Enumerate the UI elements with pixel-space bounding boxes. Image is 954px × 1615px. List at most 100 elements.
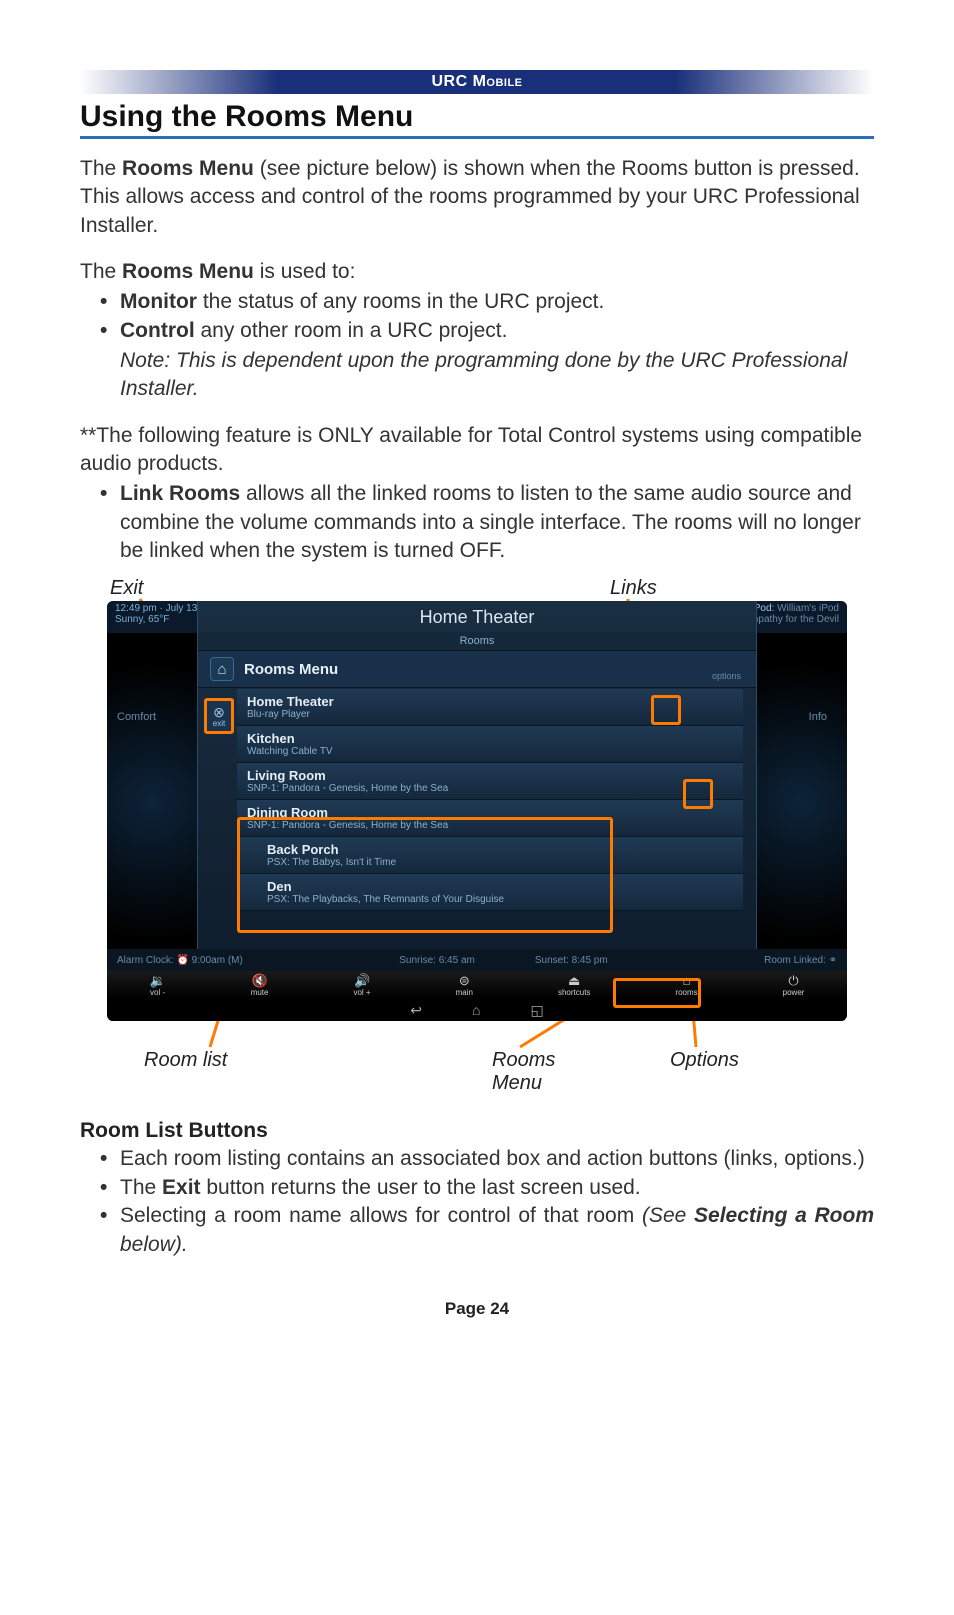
bold: Rooms Menu xyxy=(122,157,254,180)
text: any other room in a URC project. xyxy=(195,319,508,342)
room-detail: Blu-ray Player xyxy=(247,709,733,720)
header-bar: URC Mobile xyxy=(80,70,874,94)
room-row[interactable]: Dining Room SNP-1: Pandora - Genesis, Ho… xyxy=(237,800,743,837)
room-title: Home Theater xyxy=(198,601,756,628)
room-detail: Watching Cable TV xyxy=(247,746,733,757)
room-name: Back Porch xyxy=(267,842,733,857)
shortcuts-button[interactable]: ⏏shortcuts xyxy=(550,972,598,999)
value: 8:45 pm xyxy=(572,955,608,966)
mute-icon: 🔇 xyxy=(251,974,267,987)
callout-room-list: Room list xyxy=(144,1049,227,1072)
room-row[interactable]: Den PSX: The Playbacks, The Remnants of … xyxy=(237,874,743,911)
room-row[interactable]: Living Room SNP-1: Pandora - Genesis, Ho… xyxy=(237,763,743,800)
side-info[interactable]: Info xyxy=(809,711,827,723)
volume-up-icon: 🔊 xyxy=(354,974,370,987)
rooms-button[interactable]: ⌂rooms xyxy=(667,972,705,999)
rooms-icon: ⌂ xyxy=(683,974,691,987)
alarm-clock: Alarm Clock: ⏰ 9:00am (M) xyxy=(117,955,243,966)
bold: Control xyxy=(120,319,195,342)
label: mute xyxy=(251,988,269,997)
label: Sunset: xyxy=(535,955,569,966)
label: vol + xyxy=(353,988,370,997)
page-number: Page 24 xyxy=(80,1299,874,1319)
bold: Rooms Menu xyxy=(122,260,254,283)
link-rooms-list: Link Rooms allows all the linked rooms t… xyxy=(80,480,874,565)
shortcuts-icon: ⏏ xyxy=(568,974,580,987)
callout-rooms-menu: Rooms Menu xyxy=(492,1049,555,1095)
text: button returns the user to the last scre… xyxy=(201,1176,641,1199)
bg-panel-right xyxy=(757,633,847,971)
label: rooms xyxy=(675,988,697,997)
room-detail: SNP-1: Pandora - Genesis, Home by the Se… xyxy=(247,820,733,831)
used-to-list: Monitor the status of any rooms in the U… xyxy=(80,288,874,345)
used-to-lead: The Rooms Menu is used to: xyxy=(80,258,874,286)
note: Note: This is dependent upon the program… xyxy=(80,347,874,404)
bottom-status: Alarm Clock: ⏰ 9:00am (M) Sunrise: 6:45 … xyxy=(107,949,847,971)
room-row[interactable]: Home Theater Blu-ray Player ⚭ ▶ xyxy=(237,689,743,726)
text: The xyxy=(80,157,122,180)
toolbar: 🔉vol - 🔇mute 🔊vol + ⊜main ⏏shortcuts ⌂ro… xyxy=(107,971,847,999)
italic: below). xyxy=(120,1233,188,1256)
main-icon: ⊜ xyxy=(459,974,470,987)
exit-label: exit xyxy=(213,719,225,728)
page-title: Using the Rooms Menu xyxy=(80,100,874,139)
room-list: Home Theater Blu-ray Player ⚭ ▶ Kitchen … xyxy=(237,689,743,943)
bold: Monitor xyxy=(120,290,197,313)
room-subtitle: Rooms xyxy=(198,632,756,651)
room-name: Kitchen xyxy=(247,731,733,746)
intro-paragraph: The Rooms Menu (see picture below) is sh… xyxy=(80,155,874,240)
home-icon[interactable]: ⌂ xyxy=(210,657,234,681)
exit-button[interactable]: ⊗ exit xyxy=(205,699,233,733)
callout-exit: Exit xyxy=(110,577,143,600)
room-detail: PSX: The Babys, Isn't it Time xyxy=(267,857,733,868)
back-icon[interactable]: ↩ xyxy=(410,1002,422,1019)
room-row[interactable]: Kitchen Watching Cable TV ▶ xyxy=(237,726,743,763)
main-button[interactable]: ⊜main xyxy=(448,972,481,999)
android-nav: ↩ ⌂ ◱ xyxy=(107,999,847,1021)
vol-down-button[interactable]: 🔉vol - xyxy=(142,972,174,999)
label: main xyxy=(456,988,473,997)
side-comfort[interactable]: Comfort xyxy=(117,711,156,723)
room-row[interactable]: Back Porch PSX: The Babys, Isn't it Time… xyxy=(237,837,743,874)
room-name: Dining Room xyxy=(247,805,733,820)
room-list-buttons-heading: Room List Buttons xyxy=(80,1119,874,1143)
options-label: options xyxy=(712,671,741,681)
text: The xyxy=(120,1176,162,1199)
room-name: Home Theater xyxy=(247,694,733,709)
screenshot-figure: Exit Links Room list Rooms Menu Options … xyxy=(80,579,874,1099)
menu-header-label: Rooms Menu xyxy=(244,661,338,678)
power-icon: ⏻ xyxy=(788,974,798,987)
bg-panel-left xyxy=(107,633,197,971)
room-name: Living Room xyxy=(247,768,733,783)
label: Sunrise: xyxy=(399,955,436,966)
text: the status of any rooms in the URC proje… xyxy=(197,290,604,313)
value: 6:45 am xyxy=(439,955,475,966)
room-detail: PSX: The Playbacks, The Remnants of Your… xyxy=(267,894,733,905)
callout-options: Options xyxy=(670,1049,739,1072)
bold-italic: Selecting a Room xyxy=(694,1204,874,1227)
bold: Link Rooms xyxy=(120,482,240,505)
callout-links: Links xyxy=(610,577,657,600)
rooms-menu-header: ⌂ Rooms Menu xyxy=(198,651,756,688)
room-linked: Room Linked: ⚭ xyxy=(764,955,837,966)
text: The xyxy=(80,260,122,283)
power-button[interactable]: ⏻power xyxy=(775,972,813,999)
room-name: Den xyxy=(267,879,733,894)
label: power xyxy=(783,988,805,997)
bold: Exit xyxy=(162,1176,201,1199)
vol-up-button[interactable]: 🔊vol + xyxy=(345,972,378,999)
room-list-buttons-list: Each room listing contains an associated… xyxy=(80,1145,874,1258)
value: William's iPod xyxy=(777,603,839,614)
recent-apps-icon[interactable]: ◱ xyxy=(530,1002,543,1019)
italic: (See xyxy=(642,1204,694,1227)
home-nav-icon[interactable]: ⌂ xyxy=(472,1002,480,1018)
tc-note: **The following feature is ONLY availabl… xyxy=(80,422,874,479)
text: Selecting a room name allows for control… xyxy=(120,1204,642,1227)
device-screenshot: 12:49 pm · July 13, 2011 Sunny, 65°F iPo… xyxy=(107,601,847,1021)
close-icon: ⊗ xyxy=(213,705,225,719)
label: vol - xyxy=(150,988,165,997)
text: is used to: xyxy=(254,260,356,283)
mute-button[interactable]: 🔇mute xyxy=(243,972,277,999)
room-detail: SNP-1: Pandora - Genesis, Home by the Se… xyxy=(247,783,733,794)
label: shortcuts xyxy=(558,988,590,997)
